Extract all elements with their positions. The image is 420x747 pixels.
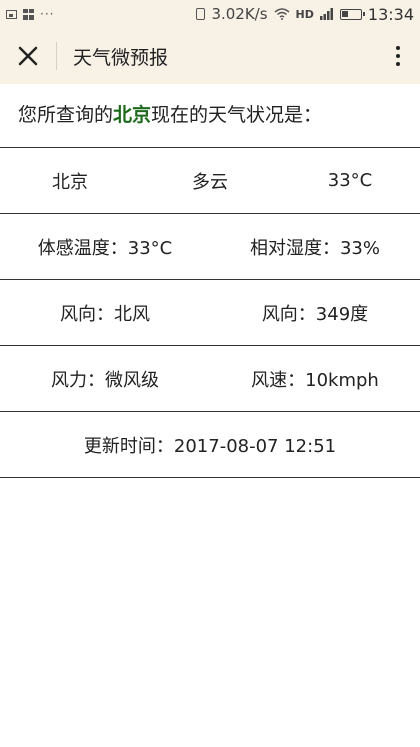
weather-row-comfort: 体感温度：33°C 相对湿度：33% xyxy=(0,213,420,279)
more-dot-icon xyxy=(396,46,400,50)
hd-label: HD xyxy=(295,7,314,21)
battery-icon xyxy=(339,8,365,20)
status-left: ··· xyxy=(6,8,54,20)
network-speed: 3.02K/s xyxy=(211,5,268,23)
vibrate-icon xyxy=(196,8,206,20)
wind-force-cell: 风力：微风级 xyxy=(51,369,159,391)
intro-city: 北京 xyxy=(113,104,152,126)
more-dot-icon xyxy=(396,62,400,66)
close-icon xyxy=(18,46,38,66)
weather-row-wind-power: 风力：微风级 风速：10kmph xyxy=(0,345,420,411)
weather-table: 北京 多云 33°C 体感温度：33°C 相对湿度：33% 风向：北风 风向：3… xyxy=(0,147,420,478)
city-cell: 北京 xyxy=(52,171,88,193)
condition-cell: 多云 xyxy=(192,171,228,193)
image-notification-icon xyxy=(6,9,17,19)
wind-degree-cell: 风向：349度 xyxy=(261,303,369,325)
wifi-icon xyxy=(274,8,290,20)
more-menu-button[interactable] xyxy=(376,28,420,84)
update-time-cell: 更新时间：2017-08-07 12:51 xyxy=(83,435,337,457)
wind-speed-cell: 风速：10kmph xyxy=(251,369,379,391)
status-right: 3.02K/s HD 13:34 xyxy=(196,5,414,24)
page-title: 天气微预报 xyxy=(73,46,169,69)
more-dot-icon xyxy=(396,54,400,58)
humidity-cell: 相对湿度：33% xyxy=(249,237,380,259)
nav-divider xyxy=(56,42,57,70)
nav-bar: 天气微预报 xyxy=(0,28,420,84)
feels-like-cell: 体感温度：33°C xyxy=(37,237,173,259)
weather-row-wind-direction: 风向：北风 风向：349度 xyxy=(0,279,420,345)
clock: 13:34 xyxy=(367,4,414,24)
weather-row-summary: 北京 多云 33°C xyxy=(0,147,420,213)
signal-icon xyxy=(319,8,333,20)
apps-notification-icon xyxy=(23,8,34,20)
intro-prefix: 您所查询的 xyxy=(18,104,114,126)
wind-direction-cell: 风向：北风 xyxy=(60,303,150,325)
weather-row-update: 更新时间：2017-08-07 12:51 xyxy=(0,411,420,478)
more-notifications-icon: ··· xyxy=(40,7,55,21)
close-button[interactable] xyxy=(0,28,56,84)
status-bar: ··· 3.02K/s HD 13:34 xyxy=(0,0,420,28)
intro-text: 您所查询的北京现在的天气状况是： xyxy=(18,100,322,127)
intro-suffix: 现在的天气状况是： xyxy=(151,104,323,126)
temperature-cell: 33°C xyxy=(327,170,373,191)
